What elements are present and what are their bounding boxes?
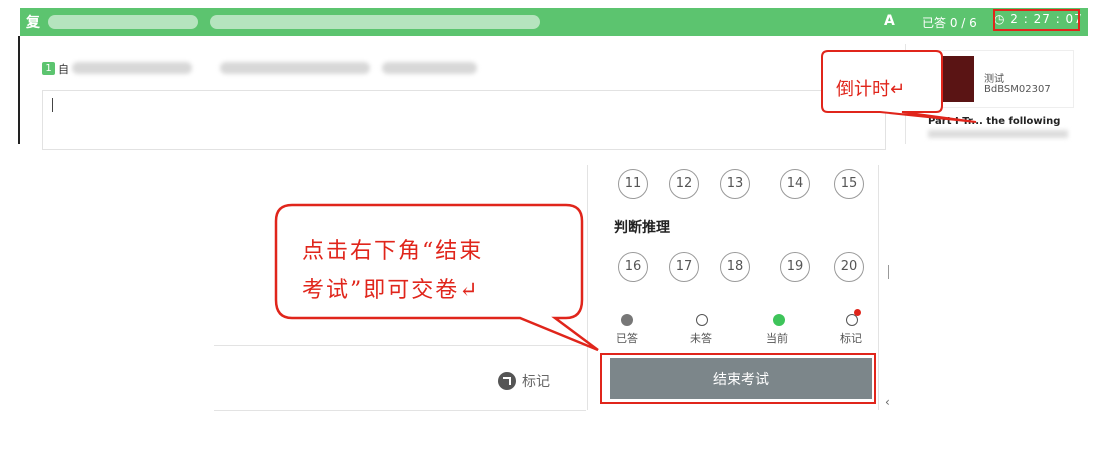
exam-window-top: 复 A 已答 0 / 6 ◷ 2 : 27 : 07 1 自 测试 BdBSM0…: [0, 0, 1116, 150]
answered-legend-icon: [621, 314, 633, 326]
mark-flag-dot-icon: [854, 309, 861, 316]
scrollbar[interactable]: [888, 265, 889, 279]
question-number-button[interactable]: 15: [834, 169, 864, 199]
marked-legend-label: 标记: [840, 332, 862, 345]
unanswered-legend-label: 未答: [690, 332, 712, 345]
answer-textarea[interactable]: [42, 90, 886, 150]
timer-highlight-box: [993, 9, 1080, 31]
section-title: 判断推理: [614, 220, 670, 236]
exam-header-bar: 复 A 已答 0 / 6 ◷ 2 : 27 : 07: [20, 8, 1088, 36]
unanswered-legend-icon: [696, 314, 708, 326]
end-exam-button[interactable]: 结束考试: [610, 358, 872, 399]
answered-count: 已答 0 / 6: [922, 16, 977, 30]
mark-button-label: 标记: [522, 374, 550, 390]
answer-sheet-left-border: [587, 165, 588, 410]
question-number-button[interactable]: 13: [720, 169, 750, 199]
question-number-button[interactable]: 14: [780, 169, 810, 199]
collapse-arrow-icon[interactable]: ‹: [885, 395, 890, 409]
question-number-button[interactable]: 20: [834, 252, 864, 282]
mark-question-button[interactable]: 标记: [498, 370, 550, 392]
exam-title: 复: [26, 15, 40, 31]
section-preview-text: Part I Tr... the following: [928, 116, 1061, 127]
mark-icon: [498, 372, 516, 390]
exam-title-blur: [210, 15, 540, 29]
window-left-edge: [18, 36, 20, 144]
question-number-button[interactable]: 18: [720, 252, 750, 282]
question-number-button[interactable]: 19: [780, 252, 810, 282]
submit-callout-line1: 点击右下角“结束: [302, 239, 484, 264]
toolbar-top-border: [214, 345, 586, 346]
question-number-badge: 1: [42, 62, 55, 75]
answered-legend-label: 已答: [616, 332, 638, 345]
question-text-blur: [72, 62, 192, 74]
question-text-blur: [382, 62, 477, 74]
question-number-button[interactable]: 17: [669, 252, 699, 282]
submit-callout-line2: 考试”即可交卷↵: [302, 278, 480, 303]
question-text-blur: [220, 62, 370, 74]
candidate-id: BdBSM02307: [984, 84, 1051, 95]
avatar: [934, 56, 974, 102]
exam-title-blur: [48, 15, 198, 29]
answer-sheet-right-border: [878, 165, 879, 410]
candidate-name: 测试: [984, 74, 1004, 85]
question-number-button[interactable]: 16: [618, 252, 648, 282]
question-number-button[interactable]: 12: [669, 169, 699, 199]
toolbar-bottom-border: [214, 410, 586, 411]
section-preview-blur: [928, 130, 1068, 138]
content-divider: [905, 44, 906, 144]
current-legend-label: 当前: [766, 332, 788, 345]
font-size-icon[interactable]: A: [884, 13, 895, 29]
question-text: 自: [58, 63, 69, 76]
text-cursor: [52, 98, 53, 112]
question-number-button[interactable]: 11: [618, 169, 648, 199]
current-legend-icon: [773, 314, 785, 326]
